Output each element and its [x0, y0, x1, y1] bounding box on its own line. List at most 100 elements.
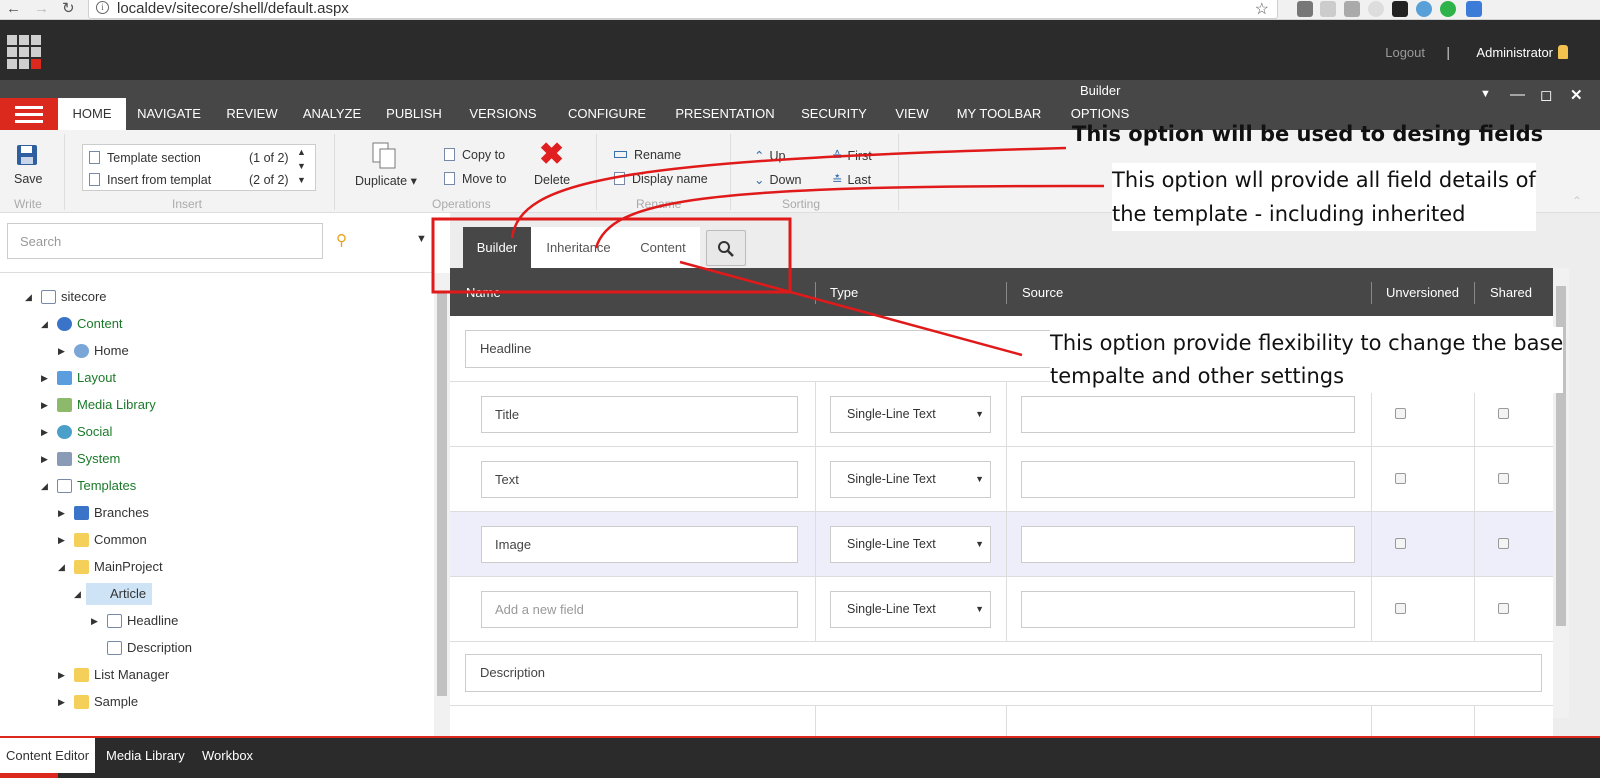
unversioned-checkbox[interactable]: [1395, 473, 1406, 484]
expand-arrow-icon[interactable]: ▶: [41, 421, 48, 443]
tab-workbox[interactable]: Workbox: [196, 738, 259, 773]
collapse-arrow-icon[interactable]: ◢: [41, 313, 48, 335]
section-name-field[interactable]: Description: [465, 654, 1542, 692]
collapse-arrow-icon[interactable]: ◢: [41, 475, 48, 497]
user-avatar-icon[interactable]: [1558, 45, 1568, 59]
tree-scrollbar[interactable]: [434, 273, 450, 738]
delete-button[interactable]: Delete: [534, 173, 570, 187]
shared-checkbox[interactable]: [1498, 473, 1509, 484]
expand-arrow-icon[interactable]: ▶: [58, 529, 65, 551]
address-bar[interactable]: i localdev/sitecore/shell/default.aspx ☆: [88, 0, 1278, 19]
back-icon[interactable]: ←: [6, 0, 21, 18]
tab-builder[interactable]: Builder: [463, 227, 531, 269]
field-source-input[interactable]: [1021, 526, 1355, 563]
search-dropdown-icon[interactable]: ▼: [416, 233, 427, 245]
sort-up-button[interactable]: ⌃ Up: [754, 148, 785, 163]
info-icon[interactable]: i: [96, 1, 109, 14]
extension-icon[interactable]: [1320, 1, 1336, 17]
insert-options-list[interactable]: Template section (1 of 2) Insert from te…: [82, 144, 316, 191]
builder-search-button[interactable]: [706, 230, 746, 266]
maximize-icon[interactable]: ◻: [1540, 86, 1552, 104]
expand-list-icon[interactable]: ▼: [297, 175, 306, 185]
display-name-button[interactable]: Display name: [614, 172, 708, 186]
shared-checkbox[interactable]: [1498, 603, 1509, 614]
menu-hamburger-icon[interactable]: [0, 98, 58, 130]
sort-first-button[interactable]: ≙ First: [832, 148, 872, 163]
unversioned-checkbox[interactable]: [1395, 408, 1406, 419]
delete-icon[interactable]: ✖: [539, 137, 564, 172]
tab-configure[interactable]: CONFIGURE: [565, 98, 649, 130]
minimize-icon[interactable]: —: [1510, 86, 1525, 103]
sort-down-button[interactable]: ⌄ Down: [754, 172, 801, 187]
tab-security[interactable]: SECURITY: [797, 98, 871, 130]
extension-icon[interactable]: [1344, 1, 1360, 17]
scroll-up-icon[interactable]: ▲: [297, 147, 306, 157]
search-input[interactable]: [7, 223, 323, 259]
tab-publish[interactable]: PUBLISH: [382, 98, 446, 130]
save-button[interactable]: Save: [14, 172, 43, 186]
tab-inheritance[interactable]: Inheritance: [531, 227, 626, 269]
shared-checkbox[interactable]: [1498, 538, 1509, 549]
new-field-input[interactable]: Add a new field: [481, 591, 798, 628]
collapse-arrow-icon[interactable]: ◢: [74, 583, 81, 605]
field-source-input[interactable]: [1021, 461, 1355, 498]
window-menu-icon[interactable]: ▼: [1480, 88, 1491, 100]
unversioned-checkbox[interactable]: [1395, 603, 1406, 614]
save-icon[interactable]: [16, 144, 38, 166]
duplicate-icon[interactable]: [372, 142, 398, 170]
shared-checkbox[interactable]: [1498, 408, 1509, 419]
collapse-arrow-icon[interactable]: ◢: [58, 556, 65, 578]
tab-versions[interactable]: VERSIONS: [468, 98, 538, 130]
insert-item-template-section[interactable]: Template section: [89, 151, 201, 165]
user-name[interactable]: Administrator: [1476, 45, 1553, 60]
tab-content[interactable]: Content: [626, 227, 700, 269]
tab-review[interactable]: REVIEW: [222, 98, 282, 130]
move-to-button[interactable]: Move to: [444, 172, 506, 186]
copy-to-button[interactable]: Copy to: [444, 148, 505, 162]
expand-arrow-icon[interactable]: ▶: [41, 448, 48, 470]
expand-arrow-icon[interactable]: ▶: [58, 691, 65, 713]
close-icon[interactable]: ✕: [1570, 86, 1583, 104]
search-icon[interactable]: ⚲: [336, 231, 347, 249]
launchpad-icon[interactable]: [7, 35, 41, 69]
tab-presentation[interactable]: PRESENTATION: [670, 98, 780, 130]
collapse-arrow-icon[interactable]: ◢: [25, 286, 32, 308]
tab-media-library[interactable]: Media Library: [100, 738, 191, 773]
field-type-select[interactable]: Single-Line Text ▼: [830, 591, 991, 628]
tab-home[interactable]: HOME: [58, 98, 126, 130]
extension-icon[interactable]: [1416, 1, 1432, 17]
expand-arrow-icon[interactable]: ▶: [91, 610, 98, 632]
sort-last-button[interactable]: ≛ Last: [832, 172, 871, 187]
expand-arrow-icon[interactable]: ▶: [41, 367, 48, 389]
logout-link[interactable]: Logout: [1385, 45, 1425, 60]
duplicate-button[interactable]: Duplicate ▾: [355, 173, 417, 188]
field-source-input[interactable]: [1021, 396, 1355, 433]
extension-icon[interactable]: [1297, 1, 1313, 17]
extension-icon[interactable]: [1466, 1, 1482, 17]
tab-view[interactable]: VIEW: [889, 98, 935, 130]
field-name-input[interactable]: Title: [481, 396, 798, 433]
rename-button[interactable]: Rename: [614, 148, 681, 162]
reload-icon[interactable]: ↻: [62, 0, 75, 18]
extension-icon[interactable]: [1368, 1, 1384, 17]
expand-arrow-icon[interactable]: ▶: [58, 340, 65, 362]
tab-analyze[interactable]: ANALYZE: [299, 98, 365, 130]
field-name-input[interactable]: Text: [481, 461, 798, 498]
tab-content-editor[interactable]: Content Editor: [0, 738, 96, 773]
extension-icon[interactable]: [1392, 1, 1408, 17]
expand-arrow-icon[interactable]: ▶: [41, 394, 48, 416]
scrollbar-thumb[interactable]: [437, 291, 447, 696]
insert-item-insert-from-template[interactable]: Insert from templat: [89, 173, 211, 187]
expand-arrow-icon[interactable]: ▶: [58, 502, 65, 524]
field-type-select[interactable]: Single-Line Text ▼: [830, 396, 991, 433]
tab-my-toolbar[interactable]: MY TOOLBAR: [950, 98, 1048, 130]
bookmark-star-icon[interactable]: ☆: [1255, 0, 1269, 19]
collapse-ribbon-icon[interactable]: ⌃: [1572, 194, 1582, 208]
scroll-down-icon[interactable]: ▼: [297, 161, 306, 171]
field-type-select[interactable]: Single-Line Text ▼: [830, 461, 991, 498]
tab-navigate[interactable]: NAVIGATE: [131, 98, 207, 130]
forward-icon[interactable]: →: [34, 0, 49, 18]
field-name-input[interactable]: Image: [481, 526, 798, 563]
extension-icon[interactable]: [1440, 1, 1456, 17]
expand-arrow-icon[interactable]: ▶: [58, 664, 65, 686]
